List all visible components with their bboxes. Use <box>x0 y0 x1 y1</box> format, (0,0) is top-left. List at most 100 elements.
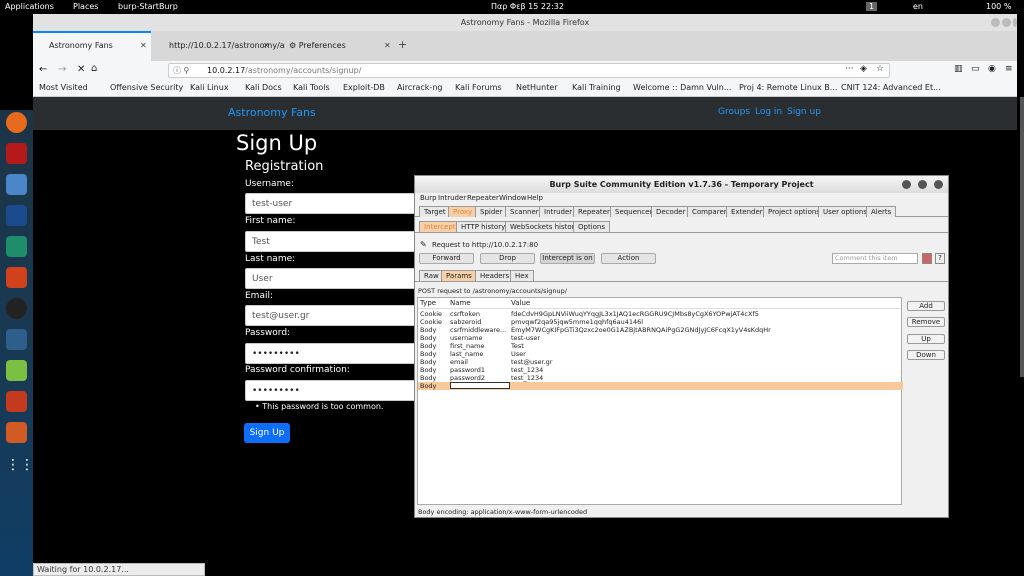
tab-astronomy-url[interactable]: http://10.0.2.17/astronomy/a <box>153 31 285 61</box>
subtab-options[interactable]: Options <box>573 221 611 232</box>
library-icon[interactable]: ▥ <box>954 64 963 74</box>
down-button[interactable]: Down <box>907 350 945 360</box>
tab-comparer[interactable]: Comparer <box>687 206 732 217</box>
nav-login-link[interactable]: Log in <box>755 107 782 117</box>
show-apps-icon[interactable]: ⋮⋮ <box>6 457 34 478</box>
table-row[interactable]: Body username test-user <box>418 334 903 342</box>
tab-alerts[interactable]: Alerts <box>866 206 897 217</box>
password-confirm-field[interactable]: ••••••••• <box>245 380 425 401</box>
applications-menu[interactable]: Applications <box>5 2 54 11</box>
tab-preferences[interactable]: ⚙ Preferences <box>273 31 391 61</box>
menu-help[interactable]: Help <box>527 194 543 202</box>
stop-icon[interactable]: ✕ <box>77 64 85 75</box>
email-field[interactable]: test@user.gr <box>245 305 425 326</box>
menu-icon[interactable]: ≡ <box>1005 64 1013 74</box>
bookmark-dvwa[interactable]: Welcome :: Damn Vuln... <box>633 83 731 92</box>
workspace-indicator[interactable]: 1 <box>866 2 878 11</box>
nav-signup-link[interactable]: Sign up <box>787 107 821 117</box>
url-bar[interactable]: 10.0.2.17/astronomy/accounts/signup/ <box>168 63 890 78</box>
table-row[interactable]: Cookie csrftoken fdeCdvH9GpLNViiWuqYYqgJL3… <box>418 310 903 318</box>
bookmark-kali-forums[interactable]: Kali Forums <box>455 83 502 92</box>
forward-button[interactable]: Forward <box>419 253 474 264</box>
table-row[interactable]: Body email test@user.gr <box>418 358 903 366</box>
active-app-menu[interactable]: burp-StartBurp <box>118 2 178 11</box>
places-menu[interactable]: Places <box>73 2 98 11</box>
tab-close-icon[interactable]: ✕ <box>263 41 270 50</box>
bookmark-cnit124[interactable]: CNIT 124: Advanced Et... <box>841 83 941 92</box>
armitage-icon[interactable] <box>6 236 27 257</box>
terminal-icon[interactable] <box>6 143 27 164</box>
burp-maximize-icon[interactable] <box>918 180 927 189</box>
bookmark-star-icon[interactable]: ☆ <box>876 64 884 74</box>
subtab-http-history[interactable]: HTTP history <box>456 221 511 232</box>
last-name-field[interactable]: User <box>245 268 425 289</box>
firefox-icon[interactable] <box>6 112 27 133</box>
pocket-icon[interactable]: ◈ <box>860 64 867 74</box>
signup-button[interactable]: Sign Up <box>244 423 290 443</box>
password-field[interactable]: ••••••••• <box>245 343 425 364</box>
subtab-websockets-history[interactable]: WebSockets history <box>505 221 584 232</box>
first-name-field[interactable]: Test <box>245 231 425 252</box>
table-row[interactable]: Body <box>418 382 903 390</box>
bookmark-proj4[interactable]: Proj 4: Remote Linux B... <box>739 83 837 92</box>
menu-burp[interactable]: Burp <box>420 194 437 202</box>
help-icon[interactable]: ? <box>935 253 945 264</box>
bookmark-kali-docs[interactable]: Kali Docs <box>245 83 282 92</box>
maximize-icon[interactable] <box>1002 18 1011 27</box>
tab-scanner[interactable]: Scanner <box>505 206 544 217</box>
burp-running-icon[interactable] <box>6 422 27 443</box>
beef-icon[interactable] <box>6 329 27 350</box>
bookmark-offensive-security[interactable]: Offensive Security <box>110 83 183 92</box>
bookmark-kali-tools[interactable]: Kali Tools <box>293 83 330 92</box>
subtab-intercept[interactable]: Intercept <box>419 221 461 232</box>
tab-close-icon[interactable]: ✕ <box>140 41 147 50</box>
bookmark-kali-training[interactable]: Kali Training <box>572 83 621 92</box>
battery-indicator[interactable]: 100 % <box>986 2 1011 11</box>
view-params[interactable]: Params <box>441 270 477 281</box>
up-button[interactable]: Up <box>907 334 945 344</box>
remove-button[interactable]: Remove <box>907 317 945 327</box>
menu-intruder[interactable]: Intruder <box>438 194 466 202</box>
page-scrollbar[interactable] <box>1020 97 1024 377</box>
bookmark-exploit-db[interactable]: Exploit-DB <box>343 83 385 92</box>
files-icon[interactable] <box>6 174 27 195</box>
tab-repeater[interactable]: Repeater <box>573 206 615 217</box>
tab-decoder[interactable]: Decoder <box>651 206 691 217</box>
bookmark-kali-linux[interactable]: Kali Linux <box>190 83 229 92</box>
forward-icon[interactable]: → <box>58 64 66 75</box>
tab-user-options[interactable]: User options <box>818 206 872 217</box>
tab-proxy[interactable]: Proxy <box>448 206 478 217</box>
tab-target[interactable]: Target <box>419 206 451 217</box>
tab-spider[interactable]: Spider <box>475 206 508 217</box>
new-tab-icon[interactable]: + <box>398 38 407 51</box>
table-row[interactable]: Body password1 test_1234 <box>418 366 903 374</box>
minimize-icon[interactable] <box>991 18 1000 27</box>
home-icon[interactable]: ⌂ <box>91 63 97 74</box>
burp-minimize-icon[interactable] <box>902 180 911 189</box>
close-icon[interactable] <box>1013 18 1017 27</box>
bookmark-most-visited[interactable]: Most Visited <box>39 83 88 92</box>
table-row[interactable]: Body last_name User <box>418 350 903 358</box>
faraday-icon[interactable] <box>6 391 27 412</box>
table-row[interactable]: Body csrfmiddleware... EmyM7WCgKIFpGTi3Qzx… <box>418 326 903 334</box>
user-icon[interactable]: ◉ <box>988 64 996 74</box>
view-hex[interactable]: Hex <box>510 270 534 281</box>
drop-button[interactable]: Drop <box>480 253 535 264</box>
clock[interactable]: Παρ Φεβ 15 22:32 <box>491 2 564 11</box>
bookmark-aircrack-ng[interactable]: Aircrack-ng <box>397 83 442 92</box>
site-brand[interactable]: Astronomy Fans <box>228 106 316 119</box>
nav-groups-link[interactable]: Groups <box>718 107 750 117</box>
language-indicator[interactable]: en <box>913 2 923 11</box>
table-row[interactable]: Body first_name Test <box>418 342 903 350</box>
action-button[interactable]: Action <box>601 253 656 264</box>
tab-project-options[interactable]: Project options <box>763 206 825 217</box>
burp-icon[interactable] <box>6 267 27 288</box>
pencil-icon[interactable]: ✎ <box>420 240 427 249</box>
info-icon[interactable]: ⓘ ⚲ <box>173 65 189 76</box>
tab-extender[interactable]: Extender <box>726 206 768 217</box>
intercept-toggle-button[interactable]: Intercept is on <box>540 253 595 264</box>
tab-intruder[interactable]: Intruder <box>539 206 578 217</box>
page-actions-icon[interactable]: ··· <box>845 64 854 74</box>
metasploit-icon[interactable] <box>6 205 27 226</box>
view-headers[interactable]: Headers <box>475 270 515 281</box>
